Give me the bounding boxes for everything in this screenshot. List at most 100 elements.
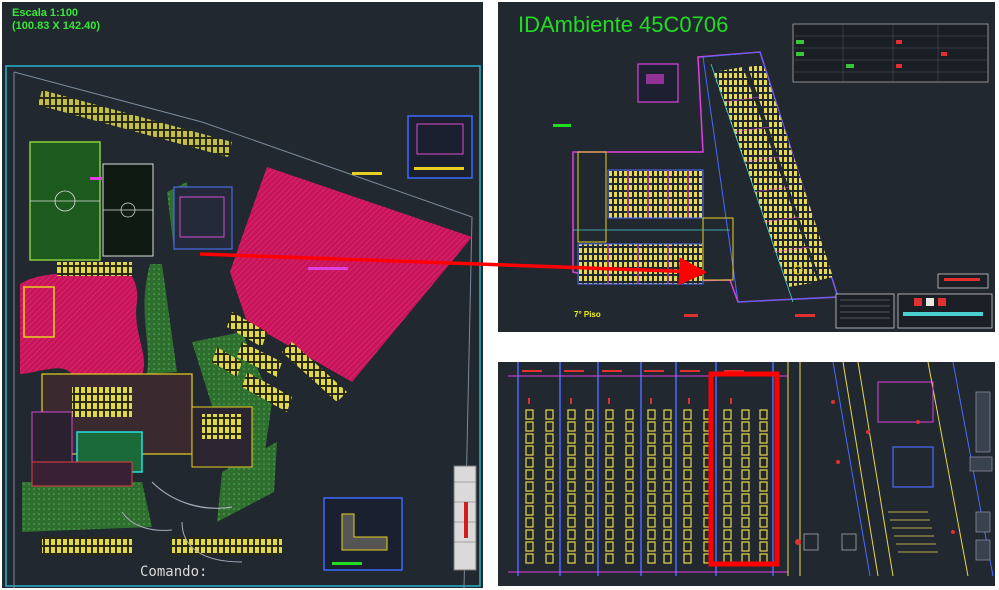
desk — [585, 421, 594, 432]
desk — [647, 457, 656, 468]
desk — [525, 517, 534, 528]
scale-dimensions: (100.83 X 142.40) — [12, 20, 101, 32]
desk — [525, 457, 534, 468]
desk — [545, 421, 554, 432]
desk — [741, 457, 750, 468]
desk — [567, 505, 576, 516]
desk — [663, 541, 672, 552]
desk — [759, 505, 768, 516]
desk — [663, 409, 672, 420]
desk — [759, 457, 768, 468]
desk — [605, 505, 614, 516]
desk — [567, 481, 576, 492]
desk — [567, 493, 576, 504]
desk — [741, 529, 750, 540]
desk — [525, 553, 534, 564]
desk — [741, 517, 750, 528]
desk — [683, 493, 692, 504]
desk — [525, 433, 534, 444]
desk — [525, 493, 534, 504]
desk — [625, 553, 634, 564]
desk — [567, 457, 576, 468]
desk — [663, 493, 672, 504]
desk — [663, 505, 672, 516]
desk — [741, 469, 750, 480]
desk — [567, 553, 576, 564]
desk — [605, 469, 614, 480]
desk — [741, 409, 750, 420]
desk — [723, 541, 732, 552]
desk — [585, 553, 594, 564]
desk — [741, 445, 750, 456]
desk — [567, 433, 576, 444]
desk — [647, 481, 656, 492]
desk — [759, 409, 768, 420]
desk — [647, 493, 656, 504]
desk — [605, 553, 614, 564]
desk — [585, 529, 594, 540]
command-prompt[interactable]: Comando: — [140, 564, 207, 580]
desk — [759, 529, 768, 540]
desk — [625, 493, 634, 504]
desk — [585, 541, 594, 552]
floor-plan-viewport[interactable]: IDAmbiente 45C0706 7° Piso — [498, 2, 995, 332]
desk — [683, 433, 692, 444]
desk — [683, 457, 692, 468]
desk — [605, 457, 614, 468]
desk — [663, 421, 672, 432]
desk — [585, 409, 594, 420]
desk — [741, 433, 750, 444]
desk — [723, 493, 732, 504]
desk — [625, 421, 634, 432]
desk — [683, 421, 692, 432]
desk — [567, 469, 576, 480]
desk — [741, 421, 750, 432]
desk — [723, 409, 732, 420]
desk — [605, 421, 614, 432]
desk — [625, 481, 634, 492]
desk — [723, 421, 732, 432]
desk — [567, 541, 576, 552]
desk — [647, 517, 656, 528]
desk — [625, 505, 634, 516]
desk — [683, 505, 692, 516]
room-id-label: IDAmbiente 45C0706 — [518, 12, 729, 37]
desk — [647, 433, 656, 444]
desk — [741, 481, 750, 492]
desk — [567, 409, 576, 420]
desk — [525, 469, 534, 480]
floor-plan-drawing — [553, 23, 993, 329]
desk — [647, 505, 656, 516]
desk — [585, 469, 594, 480]
desk — [625, 445, 634, 456]
desk — [741, 493, 750, 504]
zoom-detail-viewport[interactable] — [498, 362, 995, 586]
desk — [545, 517, 554, 528]
zoom-detail-drawing — [508, 362, 994, 577]
desk — [683, 517, 692, 528]
desk — [605, 541, 614, 552]
desk — [625, 409, 634, 420]
desk — [647, 553, 656, 564]
desk — [663, 445, 672, 456]
desk — [545, 553, 554, 564]
desk — [545, 445, 554, 456]
desk — [741, 505, 750, 516]
desk — [723, 529, 732, 540]
desk — [741, 541, 750, 552]
desk — [759, 469, 768, 480]
desk — [545, 481, 554, 492]
desk — [545, 469, 554, 480]
desk — [723, 433, 732, 444]
desk — [585, 433, 594, 444]
desk — [759, 541, 768, 552]
desk — [723, 505, 732, 516]
desk — [663, 481, 672, 492]
desk — [605, 433, 614, 444]
desk — [605, 481, 614, 492]
desk — [759, 421, 768, 432]
site-plan-viewport[interactable]: Escala 1:100 (100.83 X 142.40) Comando: — [2, 2, 483, 588]
desk — [545, 433, 554, 444]
floor-label: 7° Piso — [574, 310, 601, 319]
desk — [759, 517, 768, 528]
